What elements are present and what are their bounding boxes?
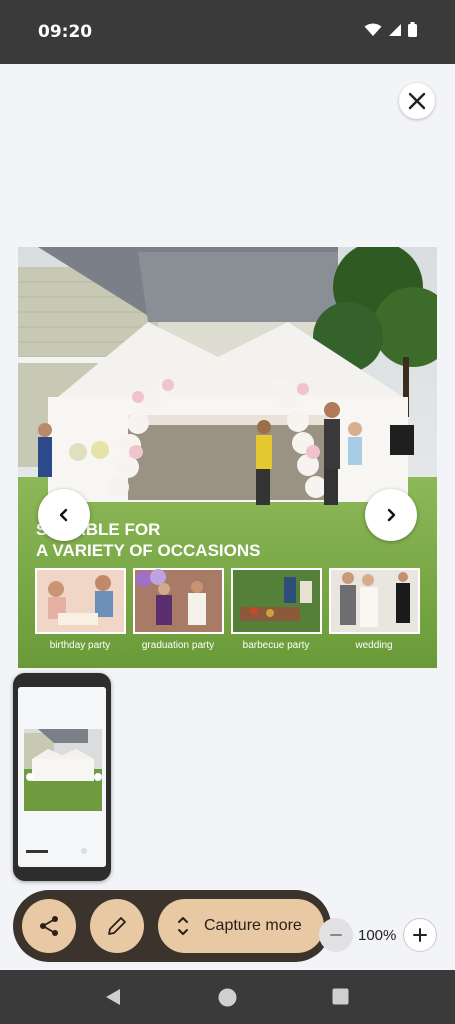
back-icon[interactable] (104, 988, 122, 1011)
wifi-icon (364, 23, 382, 42)
zoom-level: 100% (358, 927, 397, 944)
occasion-label-barbecue: barbecue party (243, 640, 310, 651)
minus-icon (330, 934, 342, 936)
thumbnail-preview-illustration (18, 687, 106, 867)
capture-more-label: Capture more (204, 917, 302, 934)
chevron-right-icon (387, 508, 396, 522)
chevron-left-icon (59, 508, 68, 522)
plus-icon (413, 928, 427, 942)
occasion-tile-barbecue (231, 568, 322, 634)
share-icon (40, 916, 58, 936)
system-navigation-bar (0, 970, 455, 1024)
product-image: SUITABLE FOR A VARIETY OF OCCASIONS birt… (18, 247, 437, 668)
occasion-label-birthday: birthday party (50, 640, 111, 651)
signal-icon (388, 23, 402, 42)
occasion-tile-wedding (329, 568, 420, 634)
expand-vertical-icon (178, 917, 188, 935)
zoom-in-button[interactable] (403, 918, 437, 952)
battery-icon (408, 22, 417, 42)
status-bar: 09:20 (0, 0, 455, 64)
screenshot-toolbar: Capture more (13, 890, 331, 962)
capture-more-button[interactable]: Capture more (158, 899, 324, 953)
pencil-icon (108, 917, 126, 935)
share-button[interactable] (22, 899, 76, 953)
status-icons (364, 22, 417, 42)
zoom-out-button[interactable] (319, 918, 353, 952)
close-icon (408, 92, 426, 110)
recents-icon[interactable] (332, 988, 349, 1010)
occasion-tile-graduation (133, 568, 224, 634)
occasion-tile-birthday (35, 568, 126, 634)
screenshot-thumbnail[interactable] (13, 673, 111, 881)
status-time: 09:20 (38, 22, 93, 42)
previous-image-button[interactable] (38, 489, 90, 541)
home-icon[interactable] (218, 988, 237, 1012)
tent-scene-illustration: SUITABLE FOR A VARIETY OF OCCASIONS birt… (18, 247, 437, 668)
close-button[interactable] (399, 83, 435, 119)
next-image-button[interactable] (365, 489, 417, 541)
edit-button[interactable] (90, 899, 144, 953)
occasion-label-wedding: wedding (354, 640, 392, 651)
thumbnail-screen (18, 687, 106, 867)
occasion-label-graduation: graduation party (142, 640, 214, 651)
headline-line2: A VARIETY OF OCCASIONS (36, 541, 261, 560)
